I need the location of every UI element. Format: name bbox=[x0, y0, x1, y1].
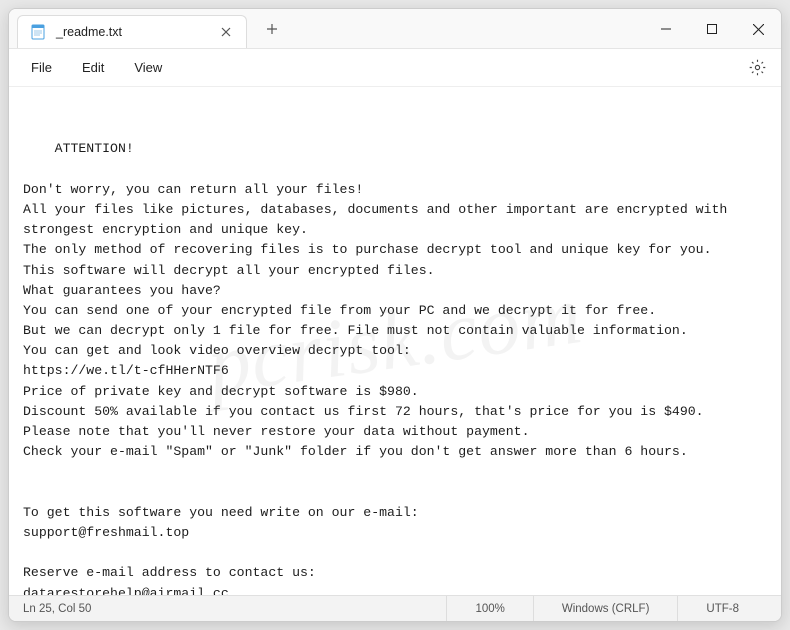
notepad-icon bbox=[30, 24, 46, 40]
maximize-icon bbox=[707, 24, 717, 34]
minimize-icon bbox=[661, 24, 671, 34]
tab-title: _readme.txt bbox=[56, 25, 122, 39]
plus-icon bbox=[266, 23, 278, 35]
status-cursor-position: Ln 25, Col 50 bbox=[23, 603, 109, 615]
titlebar: _readme.txt bbox=[9, 9, 781, 49]
menubar: File Edit View bbox=[9, 49, 781, 87]
status-zoom[interactable]: 100% bbox=[446, 596, 532, 621]
minimize-button[interactable] bbox=[643, 9, 689, 49]
close-button[interactable] bbox=[735, 9, 781, 49]
maximize-button[interactable] bbox=[689, 9, 735, 49]
close-icon bbox=[221, 27, 231, 37]
window-controls bbox=[643, 9, 781, 49]
tab-readme[interactable]: _readme.txt bbox=[17, 15, 247, 48]
menu-view[interactable]: View bbox=[120, 54, 176, 81]
status-line-ending[interactable]: Windows (CRLF) bbox=[533, 596, 678, 621]
close-icon bbox=[753, 24, 764, 35]
menu-file[interactable]: File bbox=[17, 54, 66, 81]
new-tab-button[interactable] bbox=[257, 14, 287, 44]
statusbar: Ln 25, Col 50 100% Windows (CRLF) UTF-8 bbox=[9, 595, 781, 621]
settings-button[interactable] bbox=[741, 52, 773, 84]
text-editor-area[interactable]: pcrisk.com ATTENTION! Don't worry, you c… bbox=[9, 87, 781, 595]
tab-close-button[interactable] bbox=[218, 24, 234, 40]
file-content: ATTENTION! Don't worry, you can return a… bbox=[23, 141, 735, 595]
menu-edit[interactable]: Edit bbox=[68, 54, 118, 81]
gear-icon bbox=[749, 59, 766, 76]
notepad-window: _readme.txt bbox=[8, 8, 782, 622]
status-encoding[interactable]: UTF-8 bbox=[677, 596, 767, 621]
